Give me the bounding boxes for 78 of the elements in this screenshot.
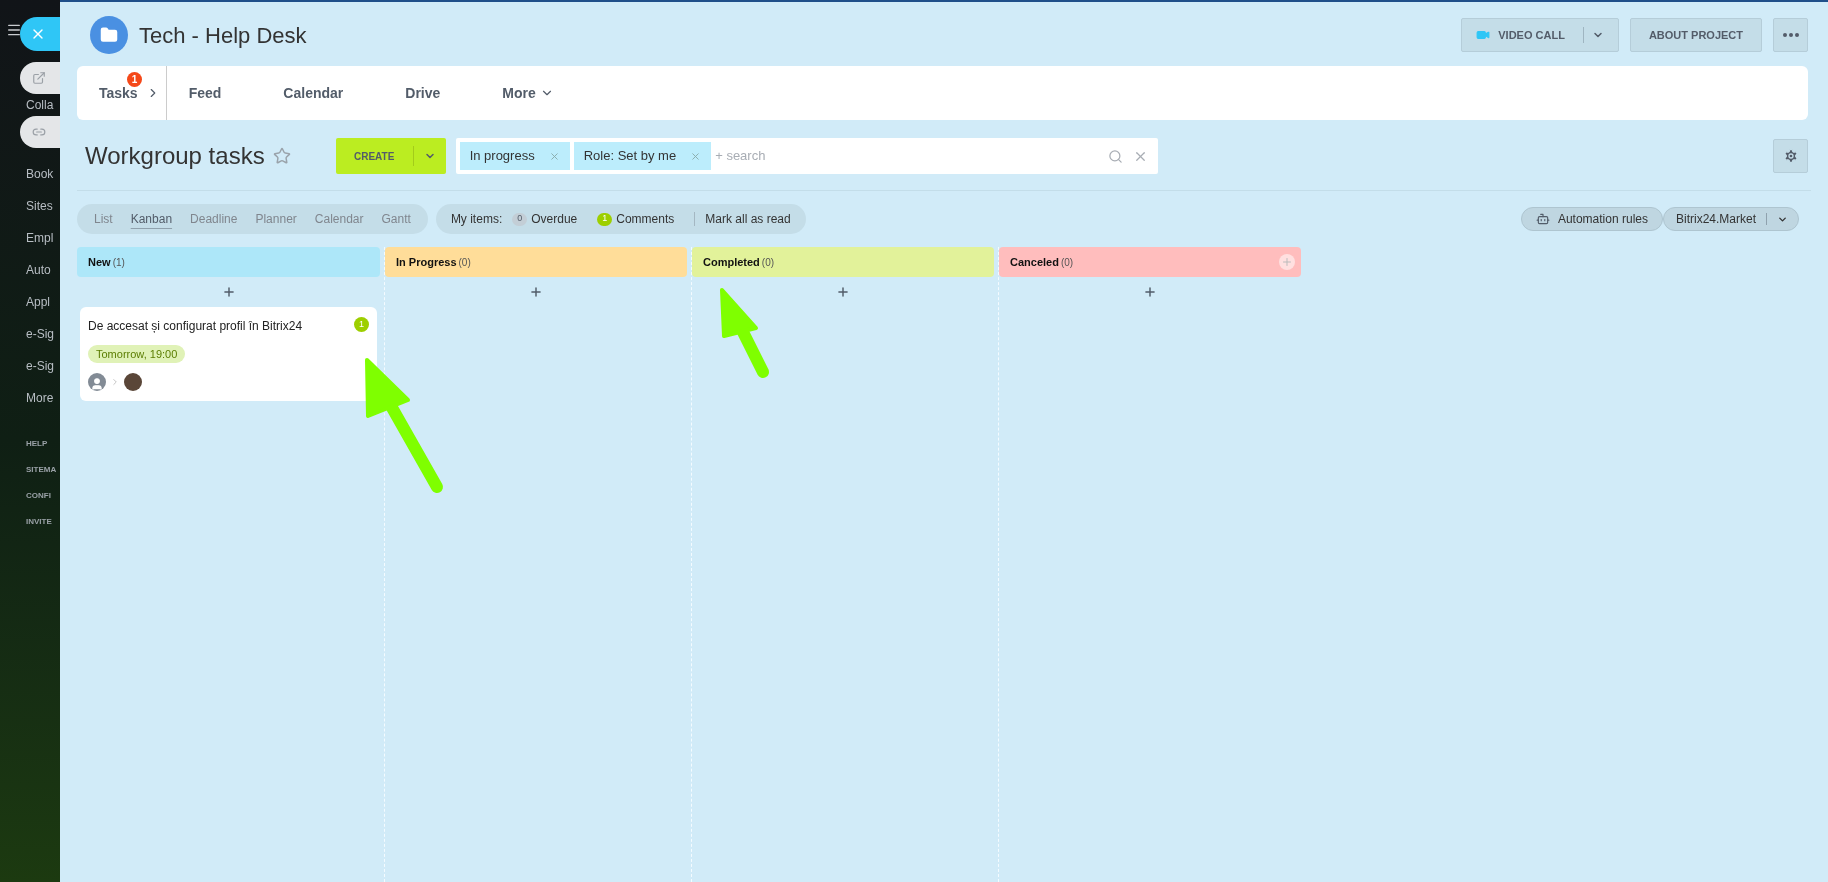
column-count: (1) — [112, 255, 125, 270]
counter-badge: 0 — [512, 212, 528, 226]
notification-badge: 1 — [127, 72, 142, 87]
plus-icon — [221, 285, 236, 299]
camera-icon — [1476, 28, 1491, 42]
my-items-label: My items: — [450, 211, 503, 228]
sidebar-item[interactable]: Book — [26, 160, 54, 188]
plus-icon — [1281, 256, 1293, 268]
nav-tab[interactable]: Drive — [383, 66, 463, 120]
plus-icon — [529, 285, 543, 299]
sidebar-footer-link[interactable]: HELP — [26, 438, 60, 450]
plus-icon — [836, 285, 850, 299]
column-title: New — [88, 254, 111, 270]
sidebar-item[interactable]: Empl — [26, 224, 54, 252]
external-link-icon — [32, 71, 46, 85]
column-title: Completed — [703, 254, 760, 270]
nav-tab[interactable]: Tasks 1 — [77, 66, 146, 120]
more-button[interactable] — [1773, 18, 1808, 52]
page-header-title: Tech - Help Desk — [139, 21, 307, 50]
add-task-button[interactable] — [1143, 285, 1157, 299]
menu-icon[interactable] — [6, 22, 22, 38]
chevron-icon — [110, 377, 120, 387]
counter-badge: 1 — [597, 212, 613, 226]
settings-icon — [1782, 148, 1799, 164]
column-count: (0) — [1060, 255, 1074, 270]
add-task-button[interactable] — [836, 285, 850, 299]
counter-filter[interactable]: 0 Overdue — [512, 210, 578, 228]
sidebar-item[interactable]: Colla — [26, 97, 54, 113]
sidebar-item[interactable]: Auto — [26, 256, 51, 284]
page-title: Workgroup tasks — [85, 141, 265, 171]
nav-tab[interactable]: Feed — [166, 66, 244, 120]
sidebar-item[interactable]: Appl — [26, 288, 51, 316]
sidebar-item[interactable]: e-Sig — [26, 320, 54, 348]
mark-all-read-link[interactable]: Mark all as read — [705, 210, 791, 228]
column-title: In Progress — [396, 254, 457, 270]
column-title: Canceled — [1010, 254, 1059, 270]
sidebar-item[interactable]: Sites — [26, 192, 53, 220]
search-icon[interactable] — [1107, 148, 1123, 164]
task-title: De accesat și configurat profil în Bitrix24 — [88, 318, 304, 335]
remove-icon — [548, 150, 560, 162]
video-call-button[interactable]: VIDEO CALL — [1461, 18, 1619, 52]
task-card[interactable]: De accesat și configurat profil în Bitrix24 1 Tomorrow, 19:00 — [80, 307, 377, 401]
sidebar-item[interactable]: e-Sig — [26, 352, 54, 380]
plus-icon — [1143, 285, 1157, 299]
folder-icon — [90, 16, 128, 54]
add-task-button[interactable] — [221, 285, 236, 299]
automation-rules-button[interactable]: Automation rules — [1520, 207, 1663, 231]
user-avatar — [88, 373, 106, 391]
close-button[interactable] — [20, 17, 60, 51]
settings-button[interactable] — [1773, 139, 1808, 173]
filter-tag[interactable]: In progress — [459, 142, 570, 170]
view-tab[interactable]: Kanban — [121, 210, 182, 228]
comment-count-badge: 1 — [354, 317, 369, 332]
column-count: (0) — [458, 255, 471, 270]
more-icon — [1782, 33, 1799, 37]
open-in-new-button[interactable] — [20, 62, 60, 94]
filter-tag[interactable]: Role: Set by me — [573, 142, 712, 170]
search-input[interactable]: + search — [715, 146, 1104, 166]
link-icon — [32, 125, 46, 139]
counter-filter[interactable]: 1 Comments — [597, 210, 675, 228]
user-avatar — [124, 373, 142, 391]
sidebar-footer-link[interactable]: SITEMA — [26, 464, 60, 476]
sidebar-footer-link[interactable]: CONFI — [26, 490, 60, 502]
market-button[interactable]: Bitrix24.Market — [1662, 207, 1799, 231]
nav-tab[interactable]: More — [480, 66, 576, 120]
about-project-button[interactable]: ABOUT PROJECT — [1629, 18, 1762, 52]
robot-icon — [1535, 212, 1550, 226]
column-count: (0) — [761, 255, 775, 270]
star-icon[interactable] — [272, 147, 291, 165]
create-button[interactable]: CREATE — [335, 138, 446, 174]
nav-tab[interactable]: Calendar — [261, 66, 366, 120]
copy-link-button[interactable] — [20, 116, 60, 148]
remove-icon — [690, 150, 702, 162]
sidebar-footer-link[interactable]: INVITE — [26, 516, 60, 528]
sidebar-item[interactable]: More — [26, 384, 54, 412]
add-task-button[interactable] — [529, 285, 543, 299]
deadline-badge: Tomorrow, 19:00 — [88, 345, 186, 363]
filter-search-field[interactable]: In progress Role: Set by me + search — [455, 138, 1158, 174]
